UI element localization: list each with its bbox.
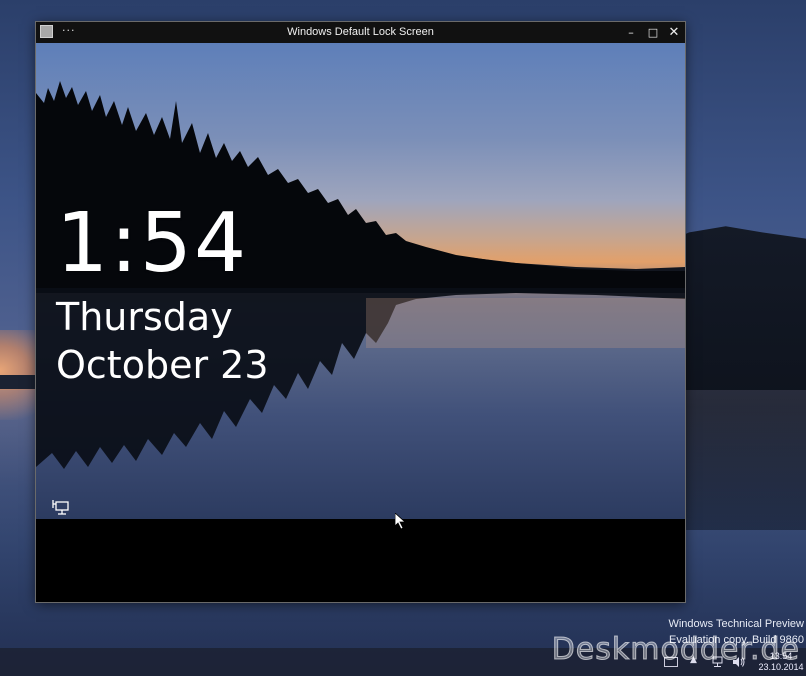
lock-date: October 23 (56, 343, 269, 387)
site-logo: Deskmodder.de (551, 632, 800, 668)
desktop-shore (0, 375, 40, 389)
watermark-edition: Windows Technical Preview (668, 618, 804, 630)
mouse-cursor-icon (395, 513, 407, 529)
close-button[interactable]: ✕ (663, 22, 685, 43)
lock-screen-window: ··· Windows Default Lock Screen – □ ✕ 1:… (36, 22, 685, 602)
maximize-button[interactable]: □ (642, 22, 664, 43)
lock-clock: 1:54 (56, 196, 249, 291)
lock-screen-background: 1:54 Thursday October 23 (36, 43, 685, 519)
network-icon[interactable] (52, 500, 70, 516)
lock-day: Thursday (56, 295, 233, 339)
title-bar[interactable]: ··· Windows Default Lock Screen – □ ✕ (36, 22, 685, 43)
lock-footer (36, 519, 685, 602)
window-title: Windows Default Lock Screen (287, 26, 434, 38)
minimize-button[interactable]: – (620, 22, 642, 43)
